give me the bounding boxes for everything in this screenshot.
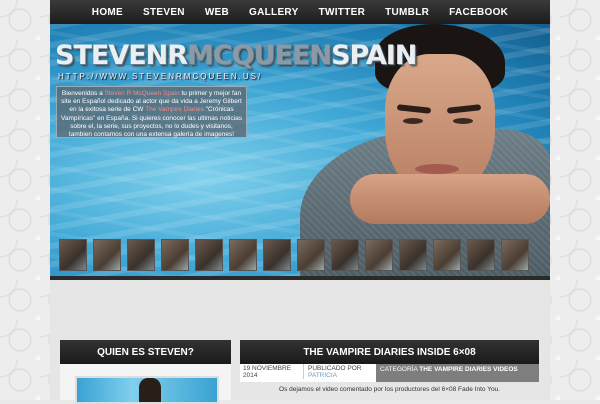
photo-eye	[453, 118, 473, 124]
published-label: PUBLICADO POR	[308, 365, 362, 372]
intro-site-link[interactable]: Steven R McQueen Spain	[105, 90, 180, 97]
photo-mouth	[415, 164, 459, 174]
photo-brow	[446, 104, 482, 114]
nav-tumblr[interactable]: TUMBLR	[375, 7, 439, 18]
gallery-thumbnail[interactable]	[229, 239, 257, 271]
gallery-thumbnail[interactable]	[297, 239, 325, 271]
post-excerpt: Os dejamos el video comentado por los pr…	[279, 386, 500, 393]
top-nav: HOME STEVEN WEB GALLERY TWITTER TUMBLR F…	[50, 0, 550, 25]
logo-part: STEVENR	[55, 40, 188, 71]
thumbnail-strip	[50, 234, 550, 276]
nav-facebook[interactable]: FACEBOOK	[439, 7, 518, 18]
post-author-link[interactable]: PATRICIA	[308, 372, 337, 379]
nav-gallery[interactable]: GALLERY	[239, 7, 309, 18]
gallery-thumbnail[interactable]	[501, 239, 529, 271]
site-url: HTTP://WWW.STEVENRMCQUEEN.US/	[58, 72, 263, 81]
photo-face	[385, 54, 495, 194]
gallery-thumbnail[interactable]	[59, 239, 87, 271]
nav-twitter[interactable]: TWITTER	[309, 7, 376, 18]
category-label: CATEGORÍA	[380, 366, 418, 373]
gallery-thumbnail[interactable]	[127, 239, 155, 271]
gallery-thumbnail[interactable]	[161, 239, 189, 271]
photo-brow	[396, 104, 432, 114]
gallery-thumbnail[interactable]	[365, 239, 393, 271]
category-link[interactable]: THE VAMPIRE DIARIES VIDEOS	[419, 366, 517, 373]
gallery-thumbnail[interactable]	[263, 239, 291, 271]
photo-eye	[403, 118, 423, 124]
nav-web[interactable]: WEB	[195, 7, 239, 18]
post-category: CATEGORÍA THE VAMPIRE DIARIES VIDEOS	[376, 364, 539, 382]
post-meta: 19 NOVIEMBRE 2014 PUBLICADO POR PATRICIA…	[240, 364, 539, 382]
nav-steven[interactable]: STEVEN	[133, 7, 195, 18]
intro-box: Bienvenidos a Steven R McQueen Spain tu …	[56, 86, 247, 138]
photo-arm	[350, 174, 550, 224]
intro-show-link[interactable]: The Vampire Diaries	[145, 106, 204, 113]
sidebar-title: QUIEN ES STEVEN?	[60, 340, 231, 364]
gallery-thumbnail[interactable]	[331, 239, 359, 271]
gallery-thumbnail[interactable]	[433, 239, 461, 271]
logo-part: SPAIN	[331, 40, 417, 71]
gallery-thumbnail[interactable]	[195, 239, 223, 271]
post-title[interactable]: THE VAMPIRE DIARIES INSIDE 6×08	[240, 340, 539, 364]
gallery-thumbnail[interactable]	[93, 239, 121, 271]
logo-part: MCQUEEN	[187, 40, 332, 71]
post-date: 19 NOVIEMBRE 2014	[243, 365, 292, 379]
post-published: PUBLICADO POR PATRICIA	[303, 364, 376, 379]
site-logo[interactable]: STEVENRMCQUEENSPAIN	[55, 40, 417, 71]
nav-home[interactable]: HOME	[82, 7, 133, 18]
intro-text: Bienvenidos a	[61, 90, 105, 97]
gallery-thumbnail[interactable]	[467, 239, 495, 271]
gallery-thumbnail[interactable]	[399, 239, 427, 271]
